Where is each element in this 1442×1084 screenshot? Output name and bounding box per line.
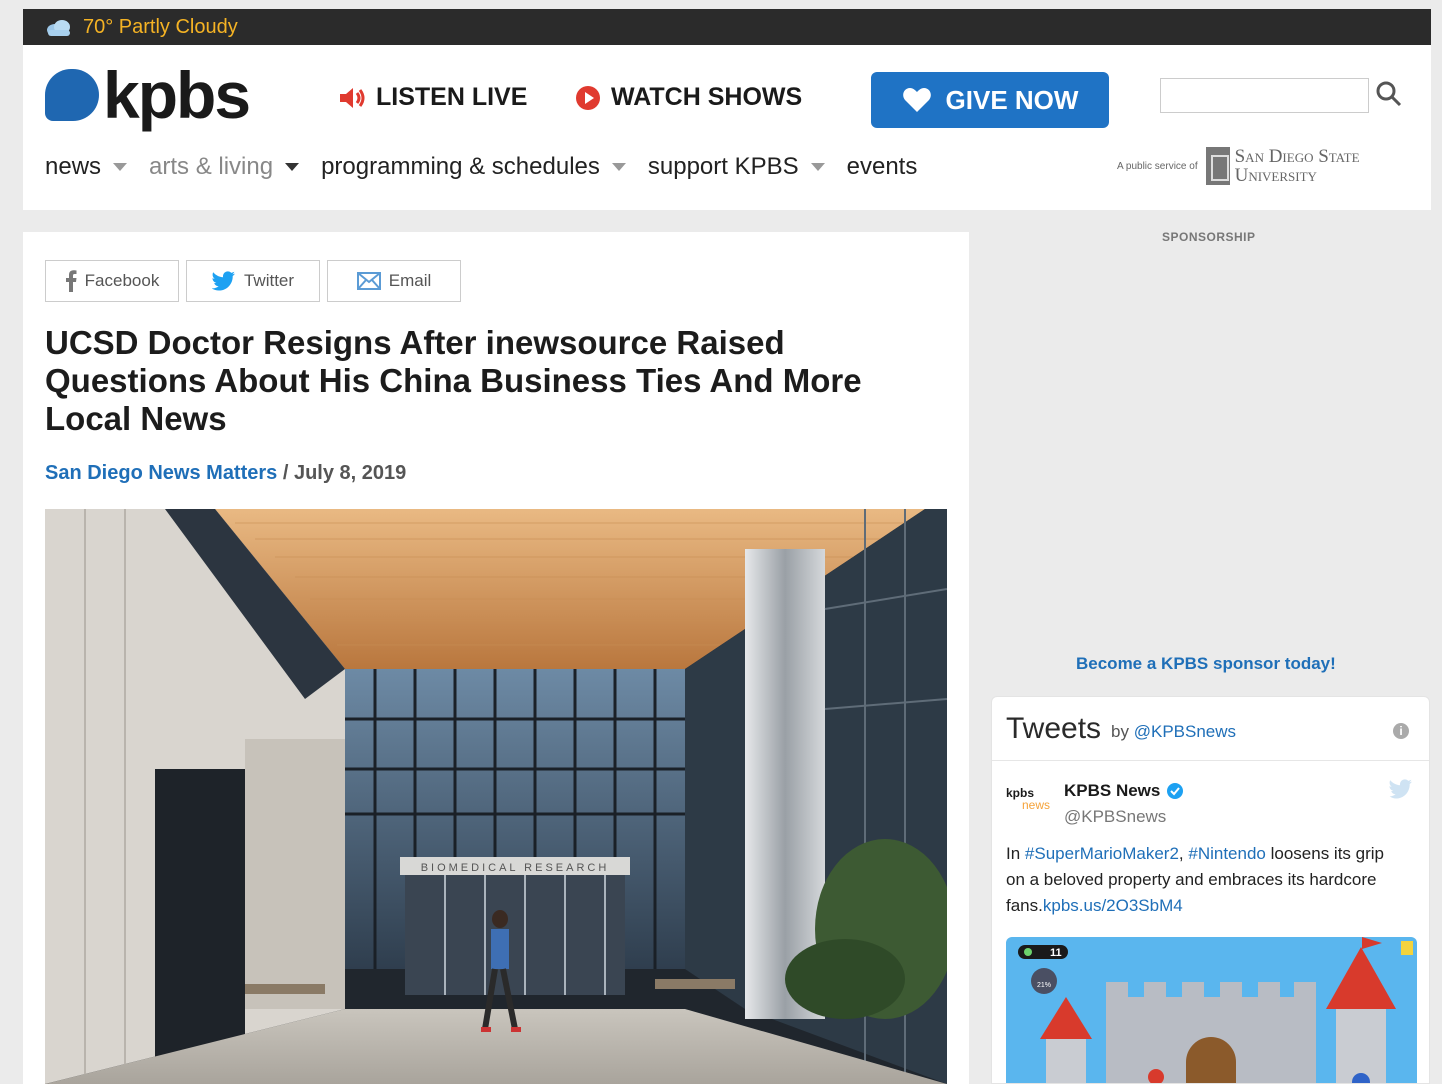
sdsu-logo-icon [1205, 147, 1230, 185]
sponsorship-label: SPONSORSHIP [1162, 230, 1256, 244]
nav-item-support[interactable]: support KPBS [648, 153, 825, 181]
twitter-bird-icon[interactable] [1389, 779, 1413, 804]
media-counter: 11 [1050, 947, 1062, 959]
listen-live-link[interactable]: LISTEN LIVE [338, 83, 527, 112]
logo-mark [45, 69, 99, 121]
public-service-label: A public service of [1117, 160, 1198, 172]
share-facebook-button[interactable]: Facebook [45, 260, 179, 302]
twitter-icon [211, 271, 235, 291]
speaker-icon [340, 87, 365, 108]
search-button[interactable] [1375, 80, 1403, 113]
tweets-handle-link[interactable]: @KPBSnews [1134, 722, 1236, 741]
tweet-text-part: In [1006, 844, 1025, 863]
avatar: kpbs news [1006, 787, 1054, 823]
caret-down-icon [611, 163, 626, 171]
twitter-widget: Tweets by @KPBSnews i kpbs news KPBS New… [991, 696, 1430, 1084]
facebook-icon [65, 270, 77, 292]
watch-shows-label: WATCH SHOWS [611, 83, 803, 111]
caret-down-icon [113, 163, 128, 171]
search-icon [1376, 81, 1402, 107]
article-hero-image: BIOMEDICAL RESEARCH [45, 509, 947, 1084]
give-now-label: GIVE NOW [945, 84, 1079, 115]
avatar-subtext: news [1021, 798, 1050, 812]
building-photo: BIOMEDICAL RESEARCH [45, 509, 947, 1084]
tweet-text-part: , [1178, 844, 1189, 863]
nav-item-news[interactable]: news [45, 153, 128, 181]
hashtag-link[interactable]: #SuperMarioMaker2 [1025, 844, 1179, 863]
article-date: / July 8, 2019 [277, 462, 407, 484]
main-nav: news arts & living programming & schedul… [45, 153, 939, 181]
become-sponsor-link[interactable]: Become a KPBS sponsor today! [1076, 654, 1336, 674]
logo-text: kpbs [103, 58, 251, 132]
site-header: kpbs LISTEN LIVE WATCH SHOWS GIVE NOW ne… [23, 45, 1431, 210]
article-card: Facebook Twitter Email UCSD Doctor Resig… [23, 232, 969, 1084]
sdsu-name: San Diego State University [1235, 147, 1360, 185]
weather-widget[interactable]: 70° Partly Cloudy [45, 16, 238, 39]
tweet-text: In #SuperMarioMaker2, #Nintendo loosens … [1006, 841, 1406, 919]
sdsu-name-line1: San Diego State [1234, 146, 1360, 167]
nav-label: events [846, 153, 918, 180]
tweet-author-handle: @KPBSnews [1064, 807, 1167, 826]
listen-live-label: LISTEN LIVE [376, 83, 528, 111]
share-email-button[interactable]: Email [327, 260, 461, 302]
caret-down-icon [285, 163, 300, 171]
biomedical-research-sign: BIOMEDICAL RESEARCH [421, 862, 610, 874]
search-input[interactable] [1160, 78, 1369, 113]
verified-badge-icon [1167, 783, 1184, 799]
mario-castle-image: 11 21% [1006, 937, 1417, 1083]
tweet-url-link[interactable]: kpbs.us/2O3SbM4 [1043, 896, 1183, 915]
kpbs-logo[interactable]: kpbs [45, 58, 251, 132]
weather-bar: 70° Partly Cloudy [23, 9, 1431, 45]
author-name-text: KPBS News [1064, 781, 1161, 800]
article-headline: UCSD Doctor Resigns After inewsource Rai… [45, 324, 862, 437]
nav-label: arts & living [149, 153, 274, 180]
watch-shows-link[interactable]: WATCH SHOWS [575, 83, 802, 112]
share-email-label: Email [388, 271, 432, 290]
tweets-title: Tweets [1006, 711, 1102, 745]
share-facebook-label: Facebook [84, 271, 160, 290]
sdsu-name-line2: University [1234, 165, 1317, 186]
info-icon[interactable]: i [1393, 723, 1409, 739]
tweet-author-name: KPBS News [1064, 781, 1184, 801]
source-link[interactable]: San Diego News Matters [45, 462, 277, 484]
tweet-media-image[interactable]: 11 21% [1006, 937, 1417, 1083]
media-percent: 21% [1037, 982, 1051, 989]
nav-label: support KPBS [647, 153, 799, 180]
envelope-icon [356, 272, 381, 290]
weather-text: 70° Partly Cloudy [83, 16, 238, 38]
tweet-author[interactable]: kpbs news KPBS News @KPBSnews [1006, 781, 1184, 827]
heart-icon [902, 88, 931, 112]
tweets-by: by @KPBSnews [1111, 722, 1236, 742]
tweets-by-label: by [1111, 721, 1134, 741]
nav-item-events[interactable]: events [847, 153, 918, 181]
nav-item-programming[interactable]: programming & schedules [321, 153, 626, 181]
give-now-button[interactable]: GIVE NOW [871, 72, 1109, 128]
hashtag-link[interactable]: #Nintendo [1188, 844, 1266, 863]
nav-label: programming & schedules [321, 153, 600, 180]
sdsu-link[interactable]: A public service of San Diego State Univ… [1117, 147, 1360, 185]
cloud-icon [47, 19, 70, 36]
share-twitter-button[interactable]: Twitter [186, 260, 320, 302]
twitter-widget-header: Tweets by @KPBSnews [992, 697, 1429, 761]
article-byline: San Diego News Matters / July 8, 2019 [45, 462, 406, 485]
caret-down-icon [810, 163, 825, 171]
share-twitter-label: Twitter [243, 271, 295, 290]
nav-item-arts-living[interactable]: arts & living [149, 153, 300, 181]
nav-label: news [45, 153, 102, 180]
play-icon [576, 85, 600, 110]
